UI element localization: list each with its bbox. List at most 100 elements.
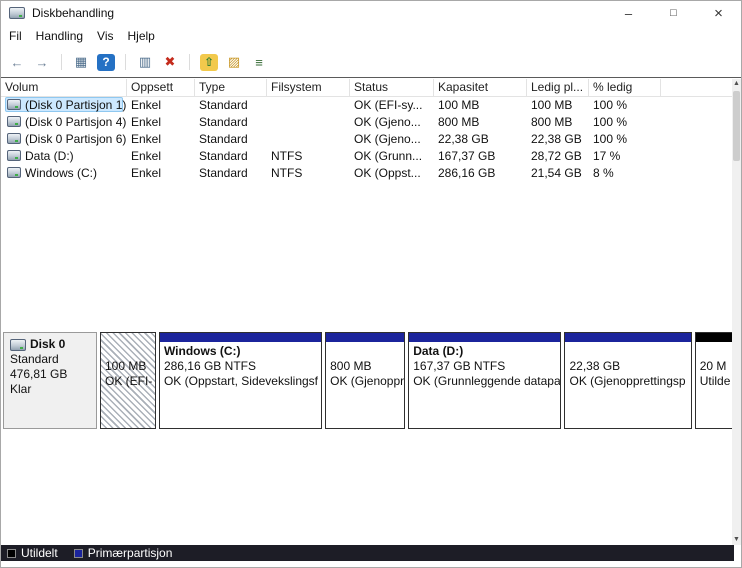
cell-status: OK (Gjeno... xyxy=(354,115,421,129)
partition-color-bar xyxy=(159,333,322,342)
column-header-filler xyxy=(661,79,732,96)
volume-icon xyxy=(7,150,21,161)
help-icon[interactable]: ? xyxy=(97,53,115,71)
menu-item-handling[interactable]: Handling xyxy=(29,27,90,45)
cell-ledig-pl: 21,54 GB xyxy=(531,166,582,180)
scroll-up-icon[interactable]: ▲ xyxy=(733,79,740,89)
cell-volum: (Disk 0 Partisjon 1) xyxy=(1,97,127,114)
volume-table-body: (Disk 0 Partisjon 1) Enkel Standard OK (EFI… xyxy=(1,97,732,182)
cell-volum: (Disk 0 Partisjon 6) xyxy=(1,131,127,148)
column-header-status[interactable]: Status xyxy=(350,79,434,96)
forward-icon[interactable]: → xyxy=(31,52,53,72)
cell-status: OK (Grunn... xyxy=(354,149,423,163)
disk-name: Disk 0 xyxy=(30,337,66,351)
legend-swatch-primary xyxy=(73,548,83,558)
toolbar-separator xyxy=(125,54,126,70)
volume-label: (Disk 0 Partisjon 6) xyxy=(5,131,126,146)
disk-icon xyxy=(10,338,26,351)
column-header-filsystem[interactable]: Filsystem xyxy=(267,79,350,96)
scroll-down-icon[interactable]: ▼ xyxy=(733,535,740,545)
volume-label: Windows (C:) xyxy=(5,165,101,180)
cell-volum: (Disk 0 Partisjon 4) xyxy=(1,114,127,131)
partition-name: Windows (C:) xyxy=(163,344,241,358)
delete-volume-icon[interactable]: ✖ xyxy=(159,52,181,72)
partition-block[interactable]: 800 MB OK (Gjenoppr xyxy=(325,332,406,429)
cell-filsystem xyxy=(267,97,350,114)
column-header-ledig-pl[interactable]: Ledig pl... xyxy=(527,79,589,96)
table-row[interactable]: (Disk 0 Partisjon 1) Enkel Standard OK (EFI… xyxy=(1,97,732,114)
column-header-type[interactable]: Type xyxy=(195,79,267,96)
partition-body: 800 MB OK (Gjenoppr xyxy=(326,342,404,428)
disk-management-window: Diskbehandling – □ × Fil Handling Vis Hjelp… xyxy=(0,0,742,568)
legend-swatch-unallocated xyxy=(7,548,16,558)
partition-size: 286,16 GB NTFS xyxy=(163,359,256,373)
partition-block[interactable]: Data (D:) 167,37 GB NTFS OK (Grunnleggende… xyxy=(408,332,562,429)
vertical-scrollbar[interactable]: ▲ ▼ xyxy=(732,79,741,545)
close-button[interactable]: × xyxy=(696,1,741,25)
column-header-volum[interactable]: Volum xyxy=(1,79,127,96)
cell-oppsett: Enkel xyxy=(131,166,162,180)
properties-icon[interactable]: ▥ xyxy=(134,52,156,72)
cell-ledig-pl: 28,72 GB xyxy=(531,149,582,163)
cell-ledig: 100 % xyxy=(593,98,628,112)
cell-oppsett: Enkel xyxy=(131,132,162,146)
partition-block[interactable]: 100 MB OK (EFI- xyxy=(100,332,156,429)
table-row[interactable]: Data (D:) Enkel Standard NTFS OK (Grunn... 16… xyxy=(1,148,732,165)
cell-filsystem: NTFS xyxy=(271,166,303,180)
disk-status: Klar xyxy=(10,382,32,396)
open-icon[interactable]: ⇧ xyxy=(200,53,218,71)
minimize-button[interactable]: – xyxy=(606,1,651,25)
partition-block[interactable]: 20 M Utilde xyxy=(694,332,737,429)
cell-ledig: 100 % xyxy=(593,115,628,129)
window-title: Diskbehandling xyxy=(32,6,115,20)
volume-table-header: Volum Oppsett Type Filsystem Status Kapasitet… xyxy=(1,79,732,97)
partition-block[interactable]: 22,38 GB OK (Gjenopprettingsp xyxy=(564,332,692,429)
menu-item-vis[interactable]: Vis xyxy=(90,27,120,45)
menu-item-hjelp[interactable]: Hjelp xyxy=(121,27,162,45)
view-options-icon[interactable]: ≡ xyxy=(248,52,270,72)
partition-name xyxy=(569,344,690,359)
legend-item-utildelt: Utildelt xyxy=(7,546,58,560)
cell-ledig-pl: 800 MB xyxy=(531,115,573,129)
cell-ledig-pl: 100 MB xyxy=(531,98,573,112)
volume-label: (Disk 0 Partisjon 1) xyxy=(5,97,126,112)
partition-block[interactable]: Windows (C:) 286,16 GB NTFS OK (Oppstart, … xyxy=(158,332,323,429)
column-header-ledig[interactable]: % ledig xyxy=(589,79,661,96)
volume-icon xyxy=(7,133,21,144)
show-console-tree-icon[interactable]: ▦ xyxy=(70,52,92,72)
column-header-oppsett[interactable]: Oppsett xyxy=(127,79,195,96)
table-row[interactable]: Windows (C:) Enkel Standard NTFS OK (Oppst..… xyxy=(1,165,732,182)
partition-color-bar xyxy=(409,333,561,342)
table-row[interactable]: (Disk 0 Partisjon 4) Enkel Standard OK (Gje… xyxy=(1,114,732,131)
cell-type: Standard xyxy=(199,98,248,112)
window-controls: – □ × xyxy=(606,1,741,25)
disk0-panel[interactable]: Disk 0 Standard 476,81 GB Klar xyxy=(3,332,97,429)
toolbar: ← → ▦? ▥ ✖ ⇧ ▨ ≡ xyxy=(1,47,741,77)
column-header-kapasitet[interactable]: Kapasitet xyxy=(434,79,527,96)
app-icon xyxy=(9,7,25,19)
partition-strip: 100 MB OK (EFI- Windows (C:) 286,16 GB NTFS… xyxy=(100,332,737,429)
cell-kapasitet: 800 MB xyxy=(438,115,480,129)
cell-filsystem: NTFS xyxy=(271,149,303,163)
cell-ledig-pl: 22,38 GB xyxy=(531,132,582,146)
cell-filsystem xyxy=(267,131,350,148)
maximize-button[interactable]: □ xyxy=(651,1,696,25)
cell-oppsett: Enkel xyxy=(131,149,162,163)
menu-item-fil[interactable]: Fil xyxy=(2,27,29,45)
partition-name xyxy=(330,344,404,359)
cell-filsystem xyxy=(267,114,350,131)
console-panes: Volum Oppsett Type Filsystem Status Kapasitet… xyxy=(1,77,741,567)
toolbar-separator xyxy=(61,54,62,70)
cell-type: Standard xyxy=(199,132,248,146)
table-row[interactable]: (Disk 0 Partisjon 6) Enkel Standard OK (Gje… xyxy=(1,131,732,148)
scrollbar-thumb[interactable] xyxy=(733,91,740,161)
explore-icon[interactable]: ▨ xyxy=(223,52,245,72)
partition-body: Windows (C:) 286,16 GB NTFS OK (Oppstart, … xyxy=(160,342,321,428)
cell-oppsett: Enkel xyxy=(131,115,162,129)
partition-color-bar xyxy=(101,333,155,342)
partition-size: 167,37 GB NTFS xyxy=(413,359,506,373)
partition-color-bar xyxy=(565,333,691,342)
volume-icon xyxy=(7,167,21,178)
disk-size: 476,81 GB xyxy=(10,367,68,381)
back-icon[interactable]: ← xyxy=(6,52,28,72)
